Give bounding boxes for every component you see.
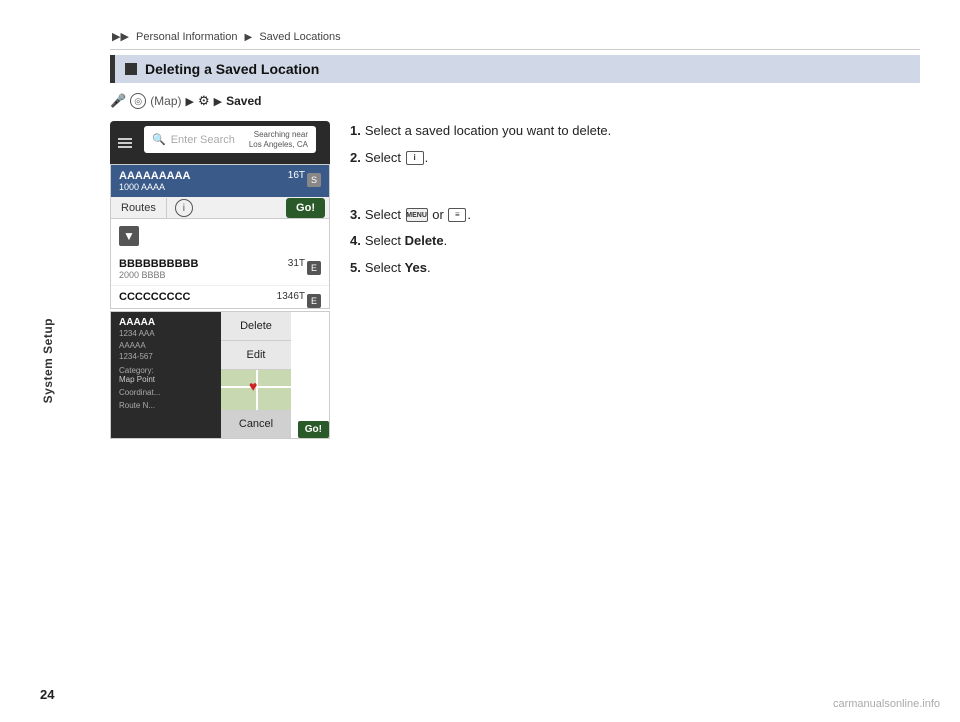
overlay-addr2: AAAAA	[119, 341, 213, 351]
step3-mid: or	[432, 207, 447, 222]
instructions-panel: 1. Select a saved location you want to d…	[350, 121, 920, 439]
step-1: 1. Select a saved location you want to d…	[350, 121, 920, 142]
scroll-down-area: ▼	[111, 219, 329, 253]
step3-pre: Select	[365, 207, 405, 222]
step3-list-icon: ≡	[448, 208, 466, 222]
nav-panel: 🔍 Enter Search Searching near Los Angele…	[110, 121, 330, 439]
overlay-name: AAAAA	[119, 317, 213, 328]
nav-arrow2: ▶	[214, 95, 222, 108]
search-bar[interactable]: 🔍 Enter Search Searching near Los Angele…	[144, 126, 316, 153]
step5-pre: Select	[365, 260, 405, 275]
routes-bar: Routes i Go!	[111, 198, 329, 219]
searching-near: Searching near Los Angeles, CA	[249, 130, 308, 149]
hamburger-icon[interactable]	[118, 138, 132, 148]
overlay-panel: AAAAA 1234 AAA AAAAA 1234-567 Category: …	[110, 311, 330, 439]
edit-menu-item[interactable]: Edit	[221, 341, 291, 370]
list-item[interactable]: BBBBBBBBBB 2000 BBBB 31T E	[111, 253, 329, 286]
step1-text: Select a saved location you want to dele…	[365, 121, 611, 142]
search-box-container: 🔍 Enter Search Searching near Los Angele…	[110, 121, 330, 164]
breadcrumb-part1: Personal Information	[136, 31, 238, 43]
overlay-menu: Delete Edit ♥ Cancel	[221, 312, 291, 438]
search-placeholder: Enter Search	[171, 134, 235, 146]
watermark: carmanualsonline.info	[833, 698, 940, 710]
list-item[interactable]: AAAAAAAAA 1000 AAAA 16T S	[111, 165, 329, 198]
sidebar: System Setup	[0, 0, 95, 722]
location-list: AAAAAAAAA 1000 AAAA 16T S Routes i Go! ▼	[110, 164, 330, 309]
info-icon[interactable]: i	[175, 199, 193, 217]
map-mini-view: ♥	[221, 370, 291, 410]
nav-map-icon: ◎	[130, 93, 146, 109]
search-icon: 🔍	[152, 133, 166, 146]
step2-info-icon: i	[406, 151, 424, 165]
step-3: 3. Select MENU or ≡.	[350, 205, 920, 226]
step4-pre: Select	[365, 233, 405, 248]
section-icon	[125, 63, 137, 75]
section-header: Deleting a Saved Location	[110, 55, 920, 83]
main-content: Deleting a Saved Location 🎤 ◎ (Map) ▶ ⚙ …	[110, 55, 920, 439]
delete-menu-item[interactable]: Delete	[221, 312, 291, 341]
step4-bold: Delete	[405, 233, 444, 248]
nav-icon2: ⚙	[198, 93, 210, 109]
search-bar-left: 🔍 Enter Search	[152, 133, 235, 146]
two-col-layout: 🔍 Enter Search Searching near Los Angele…	[110, 121, 920, 439]
cancel-menu-item[interactable]: Cancel	[221, 410, 291, 438]
step3-menu-icon: MENU	[406, 208, 428, 222]
step-4: 4. Select Delete.	[350, 231, 920, 252]
overlay-route-label: Route N...	[119, 401, 213, 410]
scroll-down-icon[interactable]: ▼	[119, 226, 139, 246]
step-5: 5. Select Yes.	[350, 258, 920, 279]
step-2: 2. Select i.	[350, 148, 920, 169]
nav-arrow1: ▶	[186, 95, 194, 108]
go-button[interactable]: Go!	[286, 198, 325, 218]
map-pin-icon: ♥	[249, 378, 257, 394]
step2-pre: Select	[365, 150, 405, 165]
routes-button[interactable]: Routes	[111, 198, 167, 218]
overlay-addr1: 1234 AAA	[119, 329, 213, 339]
spacer	[350, 175, 920, 205]
overlay-go-button[interactable]: Go!	[298, 421, 329, 438]
overlay-addr3: 1234-567	[119, 352, 213, 362]
breadcrumb-triangles: ▶▶	[112, 31, 129, 43]
overlay-cat-value: Map Point	[119, 375, 213, 384]
nav-map-label: (Map)	[150, 94, 181, 108]
nav-saved-label: Saved	[226, 94, 261, 108]
overlay-bg: AAAAA 1234 AAA AAAAA 1234-567 Category: …	[111, 312, 329, 438]
breadcrumb-arrow1: ▶	[245, 32, 253, 43]
menu-bar: 🔍 Enter Search Searching near Los Angele…	[110, 121, 330, 164]
sidebar-label: System Setup	[41, 318, 55, 403]
overlay-coord-label: Coordinat...	[119, 388, 213, 397]
section-title: Deleting a Saved Location	[145, 61, 319, 77]
nav-path: 🎤 ◎ (Map) ▶ ⚙ ▶ Saved	[110, 93, 920, 109]
nav-mic-icon: 🎤	[110, 93, 126, 109]
overlay-left: AAAAA 1234 AAA AAAAA 1234-567 Category: …	[111, 312, 221, 438]
page-number: 24	[40, 687, 54, 702]
breadcrumb: ▶▶ Personal Information ▶ Saved Location…	[110, 30, 920, 50]
list-item[interactable]: CCCCCCCCC 1346T E	[111, 286, 329, 308]
overlay-cat-label: Category:	[119, 366, 213, 375]
step5-bold: Yes	[405, 260, 427, 275]
breadcrumb-part2: Saved Locations	[259, 31, 340, 43]
